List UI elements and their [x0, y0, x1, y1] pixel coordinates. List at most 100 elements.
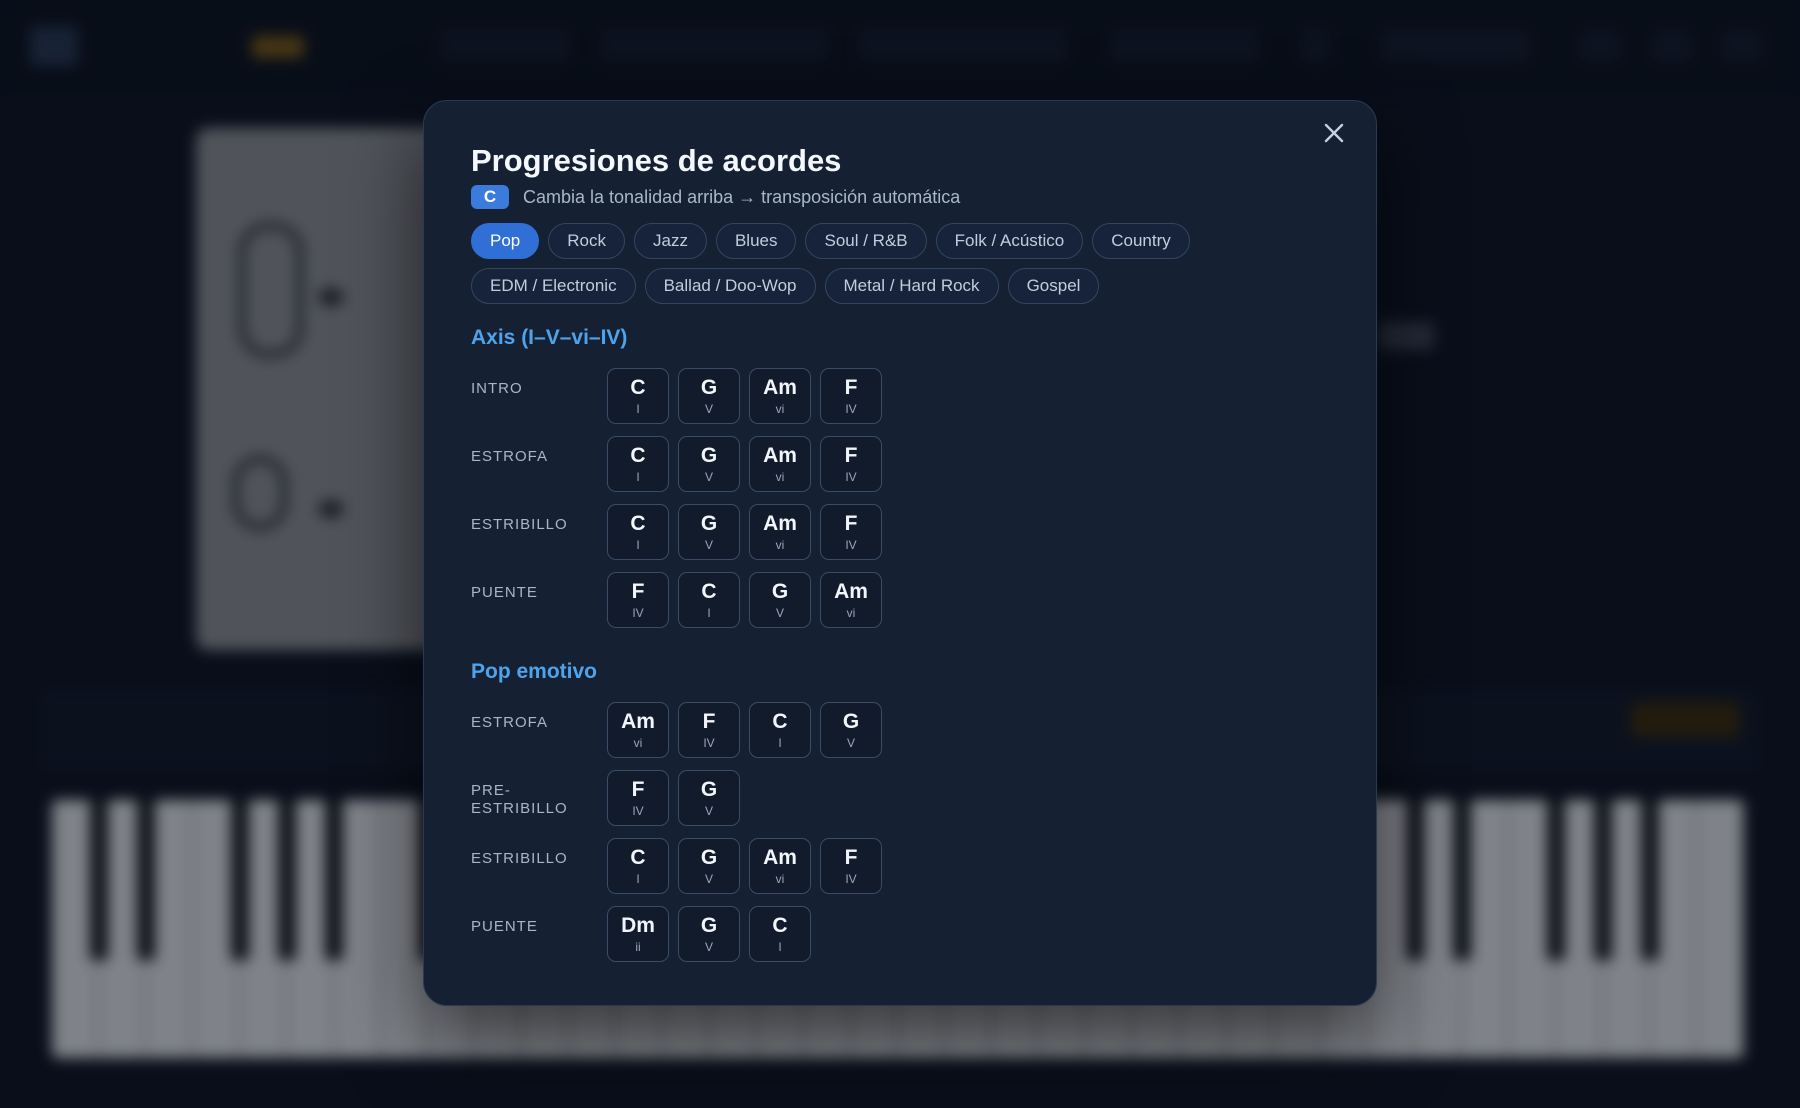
progression-title: Axis (I–V–vi–IV) [471, 326, 628, 349]
genre-tab[interactable]: Folk / Acústico [935, 223, 1084, 259]
chord-degree: V [704, 470, 713, 484]
chord-list: F IV C I G V Am vi [607, 572, 882, 640]
section-label: PUENTE [471, 918, 538, 935]
genre-tab[interactable]: Ballad / Doo-Wop [644, 268, 816, 304]
chord-button[interactable]: F IV [820, 838, 882, 894]
chord-list: Dm ii G V C I [607, 906, 811, 974]
progression-title: Pop emotivo [471, 660, 598, 683]
chord-name: F [844, 376, 858, 399]
chord-name: G [700, 846, 718, 869]
chord-name: C [630, 512, 646, 535]
chord-name: C [630, 846, 646, 869]
genre-tab[interactable]: Soul / R&B [805, 223, 927, 259]
genre-tab[interactable]: Jazz [633, 223, 707, 259]
chord-button[interactable]: CI [607, 504, 669, 560]
genre-tab[interactable]: Rock [548, 223, 625, 259]
chord-button[interactable]: Am vi [820, 572, 882, 628]
chord-button[interactable]: F IV [678, 702, 740, 758]
section-label: ESTRIBILLO [471, 516, 568, 533]
chord-list: C I G V Am vi F IV [607, 368, 882, 436]
chord-degree: I [636, 470, 640, 484]
chord-button[interactable]: Am vi [749, 838, 811, 894]
chord-button[interactable]: F IV [820, 368, 882, 424]
chord-button[interactable]: GV [678, 838, 740, 894]
chord-button[interactable]: GV [678, 368, 740, 424]
chord-button[interactable]: CI [607, 368, 669, 424]
section-label: ESTRIBILLO [471, 850, 568, 867]
chord-button[interactable]: F IV [820, 436, 882, 492]
modal-title: Progresiones de acordes [471, 143, 842, 178]
chord-degree: V [775, 606, 784, 620]
chord-name: F [631, 580, 645, 603]
chord-name: G [700, 376, 718, 399]
chord-name: Am [763, 376, 797, 399]
chord-button[interactable]: CI [607, 838, 669, 894]
chord-button[interactable]: Am vi [749, 368, 811, 424]
chord-degree: V [704, 402, 713, 416]
chord-name: Am [763, 512, 797, 535]
chord-button[interactable]: CI [749, 906, 811, 962]
chord-name: F [844, 512, 858, 535]
chord-button[interactable]: GV [678, 436, 740, 492]
section-row: PRE- ESTRIBILLO F IV G V [471, 770, 882, 838]
genre-tab[interactable]: Blues [715, 223, 797, 259]
genre-tab[interactable]: Pop [471, 223, 540, 259]
chord-degree: IV [845, 402, 857, 416]
chord-button[interactable]: F IV [820, 504, 882, 560]
chord-button[interactable]: F IV [607, 572, 669, 628]
chord-button[interactable]: GV [820, 702, 882, 758]
chord-button[interactable]: Dm ii [607, 906, 669, 962]
chord-name: C [630, 444, 646, 467]
transpose-hint: Cambia la tonalidad arriba → transposici… [523, 186, 961, 207]
chord-list: Am vi F IV C I G V [607, 702, 882, 770]
chord-list: C I G V Am vi F IV [607, 436, 882, 504]
key-hint-row: C Cambia la tonalidad arriba → transposi… [471, 185, 960, 209]
chord-list: F IV G V [607, 770, 740, 838]
chord-degree: IV [845, 872, 857, 886]
close-button[interactable] [1316, 115, 1352, 151]
section-label: PRE- ESTRIBILLO [471, 782, 568, 817]
chord-list: C I G V Am vi F IV [607, 838, 882, 906]
chord-name: G [842, 710, 860, 733]
chord-button[interactable]: Am vi [749, 436, 811, 492]
chord-name: G [700, 914, 718, 937]
chord-list: C I G V Am vi F IV [607, 504, 882, 572]
key-badge: C [471, 185, 509, 209]
genre-tab[interactable]: Gospel [1007, 268, 1100, 304]
chord-button[interactable]: GV [678, 906, 740, 962]
chord-degree: IV [632, 606, 644, 620]
chord-button[interactable]: F IV [607, 770, 669, 826]
chord-degree: vi [775, 470, 785, 484]
chord-name: Am [763, 444, 797, 467]
chord-button[interactable]: GV [749, 572, 811, 628]
chord-degree: vi [775, 538, 785, 552]
chord-degree: vi [775, 402, 785, 416]
chord-button[interactable]: CI [678, 572, 740, 628]
genre-tab[interactable]: Country [1092, 223, 1190, 259]
genre-tab[interactable]: Metal / Hard Rock [824, 268, 999, 304]
chord-button[interactable]: Am vi [607, 702, 669, 758]
chord-progressions-modal: Progresiones de acordes C Cambia la tona… [423, 100, 1377, 1006]
section-row: PUENTE Dm ii G V C I [471, 906, 882, 974]
chord-button[interactable]: GV [678, 770, 740, 826]
chord-button[interactable]: GV [678, 504, 740, 560]
chord-degree: ii [635, 940, 641, 954]
section-label: ESTROFA [471, 714, 549, 731]
genre-tab[interactable]: EDM / Electronic [471, 268, 636, 304]
chord-degree: V [704, 872, 713, 886]
chord-degree: I [636, 538, 640, 552]
chord-degree: I [636, 402, 640, 416]
chord-name: F [631, 778, 645, 801]
chord-button[interactable]: CI [607, 436, 669, 492]
chord-name: C [701, 580, 717, 603]
progression-block: Pop emotivo ESTROFA Am vi F IV C I G V PRE- ESTRIB… [471, 660, 882, 974]
chord-button[interactable]: Am vi [749, 504, 811, 560]
chord-degree: vi [633, 736, 643, 750]
chord-name: Am [763, 846, 797, 869]
chord-name: Am [621, 710, 655, 733]
chord-button[interactable]: CI [749, 702, 811, 758]
chord-degree: vi [775, 872, 785, 886]
chord-degree: I [778, 736, 782, 750]
chord-degree: vi [846, 606, 856, 620]
chord-name: G [700, 512, 718, 535]
